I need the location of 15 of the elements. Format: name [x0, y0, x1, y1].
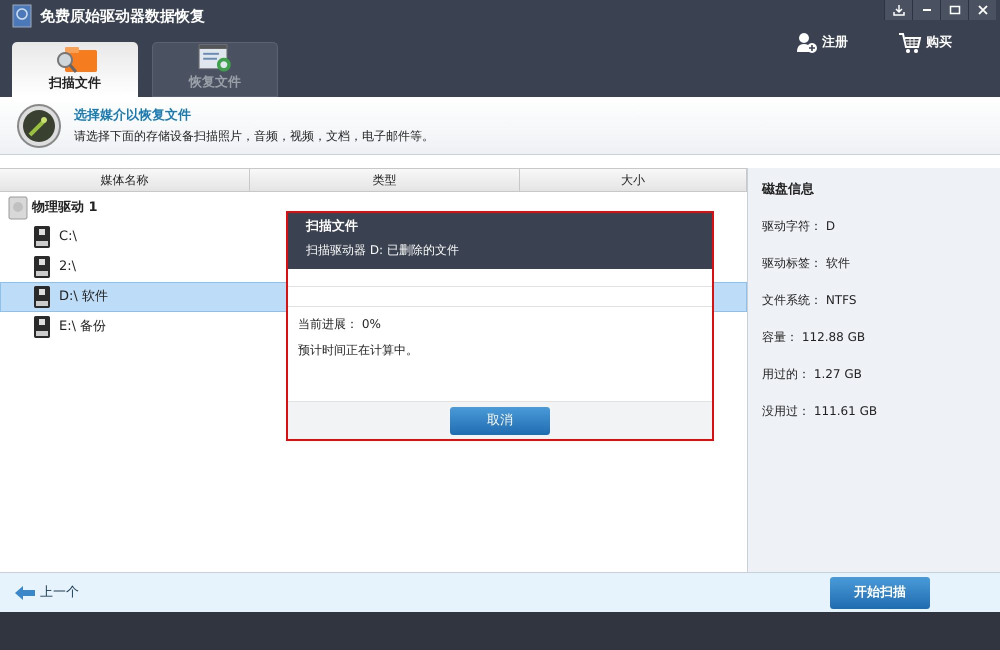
progress-text: 当前进展： 0%: [298, 316, 382, 333]
disk-info-row-text: 文件系统： NTFS: [762, 292, 858, 309]
disk-info-row-text: 容量： 112.88 GB: [762, 329, 866, 346]
tree-item-label: 物理驱动 1: [32, 199, 98, 218]
dialog-subtitle: 扫描驱动器 D: 已删除的文件: [306, 242, 460, 258]
disk-info-row-text: 没用过： 111.61 GB: [762, 403, 878, 420]
disk-info-row-text: 驱动字符： D: [762, 218, 836, 235]
window-title: 免费原始驱动器数据恢复: [40, 6, 205, 27]
disk-info-row-text: 用过的： 1.27 GB: [762, 366, 863, 383]
eta-text: 预计时间正在计算中。: [298, 342, 419, 359]
dialog-title: 扫描文件: [306, 218, 359, 236]
intro-text: 请选择下面的存储设备扫描照片，音频，视频，文档，电子邮件等。: [74, 128, 434, 146]
disk-info-row-text: 驱动标签： 软件: [762, 255, 851, 272]
disk-info-title: 磁盘信息: [762, 181, 815, 199]
intro-title: 选择媒介以恢复文件: [74, 106, 192, 125]
